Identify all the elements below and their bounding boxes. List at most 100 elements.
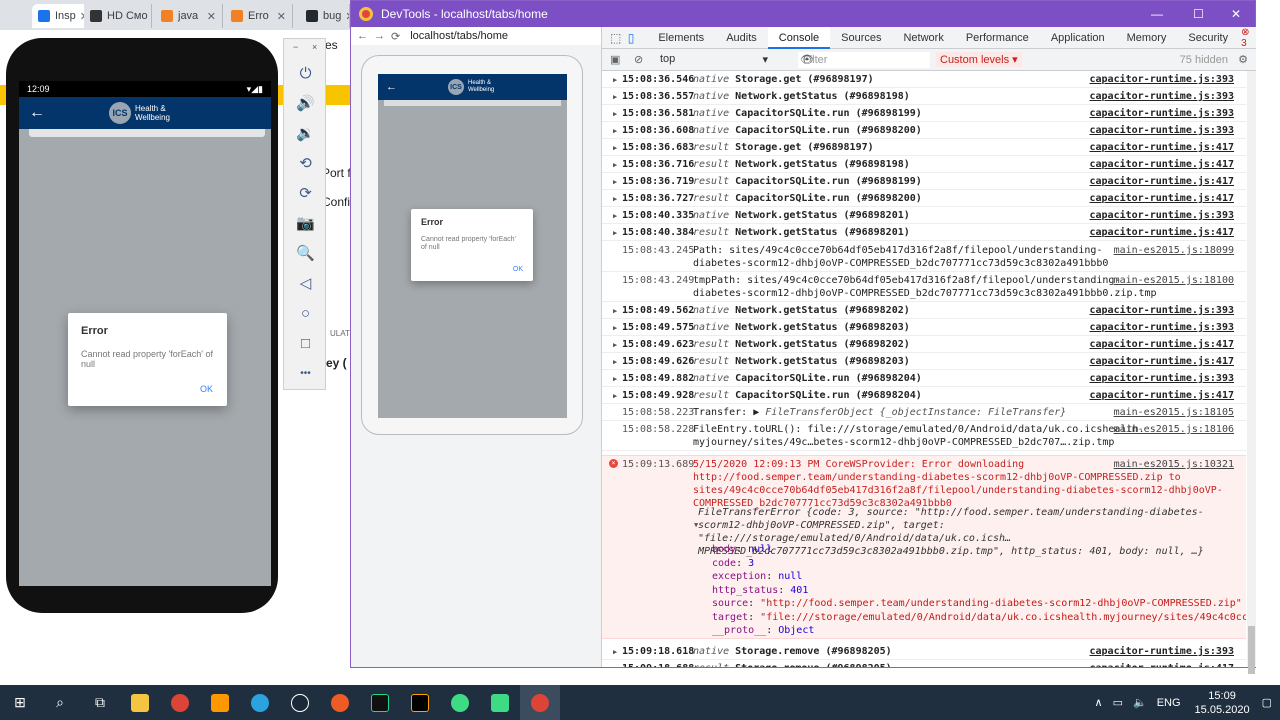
webstorm-icon[interactable]	[360, 685, 400, 720]
log-source-link[interactable]: capacitor-runtime.js:417	[1090, 141, 1235, 154]
inspect-element-icon[interactable]: ⬚	[610, 31, 628, 45]
log-row[interactable]: ▶ 15:08:40.384 result Network.getStatus (#…	[602, 224, 1246, 241]
steam-icon[interactable]	[280, 685, 320, 720]
file-explorer-icon[interactable]	[120, 685, 160, 720]
error-object-summary[interactable]: FileTransferError {code: 3, source: "htt…	[698, 506, 1228, 558]
overview-icon[interactable]: □	[284, 331, 327, 355]
log-row[interactable]: ▶ 15:08:36.546 native Storage.get (#968981…	[602, 71, 1246, 88]
log-source-link[interactable]: capacitor-runtime.js:417	[1090, 192, 1235, 205]
log-source-link[interactable]: capacitor-runtime.js:417	[1090, 355, 1235, 368]
expand-arrow-icon[interactable]: ▶	[613, 159, 617, 172]
windows-start-icon[interactable]: ⊞	[0, 685, 40, 720]
ide-icon[interactable]	[400, 685, 440, 720]
tab-close-icon[interactable]: ✕	[203, 10, 216, 23]
error-count-badge[interactable]: ⊗ 3	[1241, 27, 1256, 49]
android-studio-icon[interactable]	[480, 685, 520, 720]
log-row[interactable]: ▶ 15:08:36.608 native CapacitorSQLite.run …	[602, 122, 1246, 139]
browser-tab[interactable]: HD Смо✕	[84, 4, 152, 28]
log-source-link[interactable]: main-es2015.js:18100	[1114, 274, 1234, 287]
error-log-row[interactable]: × 15:09:13.689 5/15/2020 12:09:13 PM CoreW…	[602, 455, 1246, 639]
screencast-url[interactable]: localhost/tabs/home	[410, 30, 508, 42]
tab-close-icon[interactable]: ✕	[273, 10, 286, 23]
more-icon[interactable]: •••	[284, 361, 327, 385]
live-expression-eye-icon[interactable]: 👁	[800, 53, 814, 66]
home-icon[interactable]: ○	[284, 301, 327, 325]
emu-minimize-button[interactable]: −	[293, 42, 298, 52]
log-row[interactable]: ▶ 15:08:40.335 native Network.getStatus (#…	[602, 207, 1246, 224]
volume-icon[interactable]: 🔈	[1133, 696, 1147, 709]
log-source-link[interactable]: capacitor-runtime.js:417	[1090, 338, 1235, 351]
screencast-screen[interactable]: ← ICS Health & Wellbeing Error Cannot rea…	[378, 74, 567, 418]
task-view-icon[interactable]: ⧉	[80, 685, 120, 720]
log-source-link[interactable]: main-es2015.js:18106	[1114, 423, 1234, 436]
expand-arrow-icon[interactable]: ▶	[613, 663, 617, 667]
tab-sources[interactable]: Sources	[830, 27, 892, 49]
expand-arrow-icon[interactable]: ▶	[613, 322, 617, 335]
device-toolbar-icon[interactable]: ▯	[628, 31, 648, 45]
back-icon[interactable]: ◁	[284, 271, 327, 295]
log-source-link[interactable]: capacitor-runtime.js:393	[1090, 90, 1235, 103]
reload-icon[interactable]: ⟳	[391, 30, 400, 43]
sublime-icon[interactable]	[200, 685, 240, 720]
expand-arrow-icon[interactable]: ▶	[613, 210, 617, 223]
maps-icon[interactable]	[440, 685, 480, 720]
phone-screen[interactable]: 12:09 ▾◢▮ ← ICS Health & Wellbeing Error …	[19, 81, 271, 586]
tray-chevron-icon[interactable]: ∧	[1095, 696, 1103, 709]
expand-arrow-icon[interactable]: ▶	[613, 305, 617, 318]
tab-security[interactable]: Security	[1177, 27, 1239, 49]
log-source-link[interactable]: capacitor-runtime.js:393	[1090, 372, 1235, 385]
log-row[interactable]: ▶ 15:08:36.716 result Network.getStatus (#…	[602, 156, 1246, 173]
expand-arrow-icon[interactable]: ▶	[613, 373, 617, 386]
expand-arrow-icon[interactable]: ▶	[613, 227, 617, 240]
log-source-link[interactable]: capacitor-runtime.js:393	[1090, 107, 1235, 120]
log-source-link[interactable]: capacitor-runtime.js:417	[1090, 389, 1235, 402]
window-maximize-button[interactable]: ☐	[1193, 7, 1204, 21]
transfer-log-row[interactable]: 15:08:58.223 Transfer: ▶ FileTransferObje…	[602, 404, 1246, 421]
tab-performance[interactable]: Performance	[955, 27, 1040, 49]
log-source-link[interactable]: capacitor-runtime.js:393	[1090, 321, 1235, 334]
language-indicator[interactable]: ENG	[1157, 697, 1181, 709]
log-source-link[interactable]: capacitor-runtime.js:393	[1090, 209, 1235, 222]
log-source-link[interactable]: capacitor-runtime.js:393	[1090, 645, 1235, 658]
expand-arrow-icon[interactable]: ▶	[613, 193, 617, 206]
forward-nav-icon[interactable]: →	[374, 30, 385, 42]
window-minimize-button[interactable]: —	[1151, 7, 1163, 21]
log-row[interactable]: ▶ 15:08:49.928 result CapacitorSQLite.run …	[602, 387, 1246, 404]
tab-audits[interactable]: Audits	[715, 27, 768, 49]
log-row[interactable]: ▶ 15:09:18.688result Storage.remove (#968…	[602, 660, 1246, 667]
expand-arrow-icon[interactable]: ▶	[613, 390, 617, 403]
power-icon[interactable]: ⏻	[284, 61, 327, 85]
emu-close-button[interactable]: ×	[312, 42, 317, 52]
log-row[interactable]: ▶ 15:08:36.581 native CapacitorSQLite.run …	[602, 105, 1246, 122]
log-row[interactable]: ▶ 15:08:49.562 native Network.getStatus (#…	[602, 302, 1246, 319]
expand-arrow-icon[interactable]: ▶	[613, 125, 617, 138]
back-nav-icon[interactable]: ←	[357, 30, 368, 42]
expand-arrow-icon[interactable]: ▶	[613, 74, 617, 87]
tab-network[interactable]: Network	[892, 27, 954, 49]
expand-arrow-icon[interactable]: ▶	[613, 142, 617, 155]
sidebar-toggle-icon[interactable]: ▣	[610, 53, 620, 66]
expand-arrow-icon[interactable]: ▶	[613, 356, 617, 369]
context-selector[interactable]: top ▾	[660, 53, 768, 66]
browser-tab[interactable]: Insp✕	[32, 4, 92, 28]
postman-icon[interactable]	[320, 685, 360, 720]
path-log-row[interactable]: 15:08:43.245 Path: sites/49c4c0cce70b64df…	[602, 242, 1246, 272]
tab-memory[interactable]: Memory	[1116, 27, 1178, 49]
browser-tab[interactable]: bug✕	[300, 4, 350, 28]
expand-arrow-icon[interactable]: ▶	[613, 646, 617, 659]
console-scrollbar[interactable]	[1247, 71, 1256, 674]
taskbar-clock[interactable]: 15:09 15.05.2020	[1195, 689, 1250, 717]
expand-arrow-icon[interactable]: ▶	[613, 339, 617, 352]
volume-up-icon[interactable]: 🔊	[284, 91, 327, 115]
transfer-object[interactable]: FileTransferObject {_objectInstance: Fil…	[765, 407, 1066, 418]
log-row[interactable]: ▶ 15:08:36.683 result Storage.get (#968981…	[602, 139, 1246, 156]
tab-console[interactable]: Console	[767, 26, 831, 49]
console-settings-gear-icon[interactable]: ⚙	[1238, 53, 1248, 66]
log-source-link[interactable]: capacitor-runtime.js:393	[1090, 124, 1235, 137]
clear-console-icon[interactable]: ⊘	[634, 53, 643, 66]
log-source-link[interactable]: capacitor-runtime.js:393	[1090, 73, 1235, 86]
log-row[interactable]: ▶ 15:08:36.727 result CapacitorSQLite.run …	[602, 190, 1246, 207]
rotate-left-icon[interactable]: ⟲	[284, 151, 327, 175]
log-row[interactable]: ▶ 15:08:36.557 native Network.getStatus (#…	[602, 88, 1246, 105]
tab-elements[interactable]: Elements	[647, 27, 715, 49]
